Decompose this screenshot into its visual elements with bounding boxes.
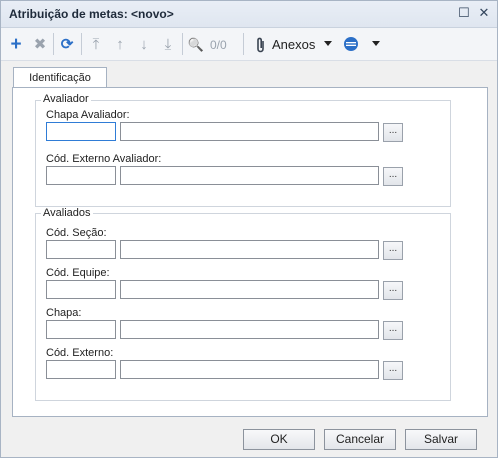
- chapa-lookup-button[interactable]: ...: [383, 321, 403, 340]
- toolbar-separator: [182, 33, 183, 55]
- cod-externo-avaliador-lookup-button[interactable]: ...: [383, 167, 403, 186]
- cod-equipe-label: Cód. Equipe:: [46, 267, 110, 279]
- first-record-icon[interactable]: ⤒: [87, 36, 105, 54]
- cancel-button[interactable]: Cancelar: [324, 429, 396, 450]
- title-bar[interactable]: Atribuição de metas: <novo> ☐ ✕: [1, 1, 497, 28]
- next-record-icon[interactable]: ↓: [135, 36, 153, 54]
- paging-counter: 0/0: [210, 38, 227, 52]
- avaliador-legend: Avaliador: [41, 93, 91, 105]
- cod-externo-label: Cód. Externo:: [46, 347, 114, 359]
- cod-secao-label: Cód. Seção:: [46, 227, 107, 239]
- toolbar-separator: [53, 33, 54, 55]
- cod-externo-avaliador-label: Cód. Externo Avaliador:: [46, 153, 162, 165]
- ok-button[interactable]: OK: [243, 429, 315, 450]
- chapa-avaliador-input[interactable]: [46, 122, 116, 141]
- window-title: Atribuição de metas: <novo>: [9, 7, 174, 21]
- cod-equipe-lookup-button[interactable]: ...: [383, 281, 403, 300]
- anexos-menu-label[interactable]: Anexos: [272, 37, 315, 52]
- cod-externo-input[interactable]: [46, 360, 116, 379]
- close-icon[interactable]: ✕: [477, 6, 491, 20]
- dialog-window: Atribuição de metas: <novo> ☐ ✕ + ✖ ⟳ ⤒ …: [0, 0, 498, 458]
- coin-stack-icon[interactable]: [343, 36, 359, 55]
- chapa-label: Chapa:: [46, 307, 82, 319]
- cod-externo-lookup-button[interactable]: ...: [383, 361, 403, 380]
- toolbar: + ✖ ⟳ ⤒ ↑ ↓ ⤓ 🔍 0/0 Anexos: [1, 28, 497, 61]
- last-record-icon[interactable]: ⤓: [159, 36, 177, 54]
- previous-record-icon[interactable]: ↑: [111, 36, 129, 54]
- chapa-input[interactable]: [46, 320, 116, 339]
- cod-equipe-input[interactable]: [46, 280, 116, 299]
- cod-externo-avaliador-description[interactable]: [120, 166, 379, 185]
- chevron-down-icon[interactable]: [324, 41, 332, 46]
- chapa-avaliador-lookup-button[interactable]: ...: [383, 123, 403, 142]
- toolbar-separator: [81, 33, 82, 55]
- cod-equipe-description[interactable]: [120, 280, 379, 299]
- delete-icon[interactable]: ✖: [31, 36, 49, 54]
- refresh-icon[interactable]: ⟳: [58, 36, 76, 54]
- save-button[interactable]: Salvar: [405, 429, 477, 450]
- tab-identificacao[interactable]: Identificação: [13, 67, 107, 88]
- chapa-avaliador-label: Chapa Avaliador:: [46, 109, 130, 121]
- avaliados-legend: Avaliados: [41, 207, 93, 219]
- toolbar-separator: [243, 33, 244, 55]
- tab-panel: Avaliador Chapa Avaliador: ... Cód. Exte…: [12, 87, 488, 417]
- chevron-down-icon[interactable]: [372, 41, 380, 46]
- add-icon[interactable]: +: [7, 35, 25, 54]
- chapa-description[interactable]: [120, 320, 379, 339]
- search-icon[interactable]: 🔍: [187, 36, 205, 54]
- chapa-avaliador-description[interactable]: [120, 122, 379, 141]
- paperclip-icon[interactable]: [256, 37, 266, 56]
- cod-secao-lookup-button[interactable]: ...: [383, 241, 403, 260]
- cod-externo-avaliador-input[interactable]: [46, 166, 116, 185]
- restore-icon[interactable]: ☐: [457, 6, 471, 20]
- cod-secao-input[interactable]: [46, 240, 116, 259]
- cod-externo-description[interactable]: [120, 360, 379, 379]
- cod-secao-description[interactable]: [120, 240, 379, 259]
